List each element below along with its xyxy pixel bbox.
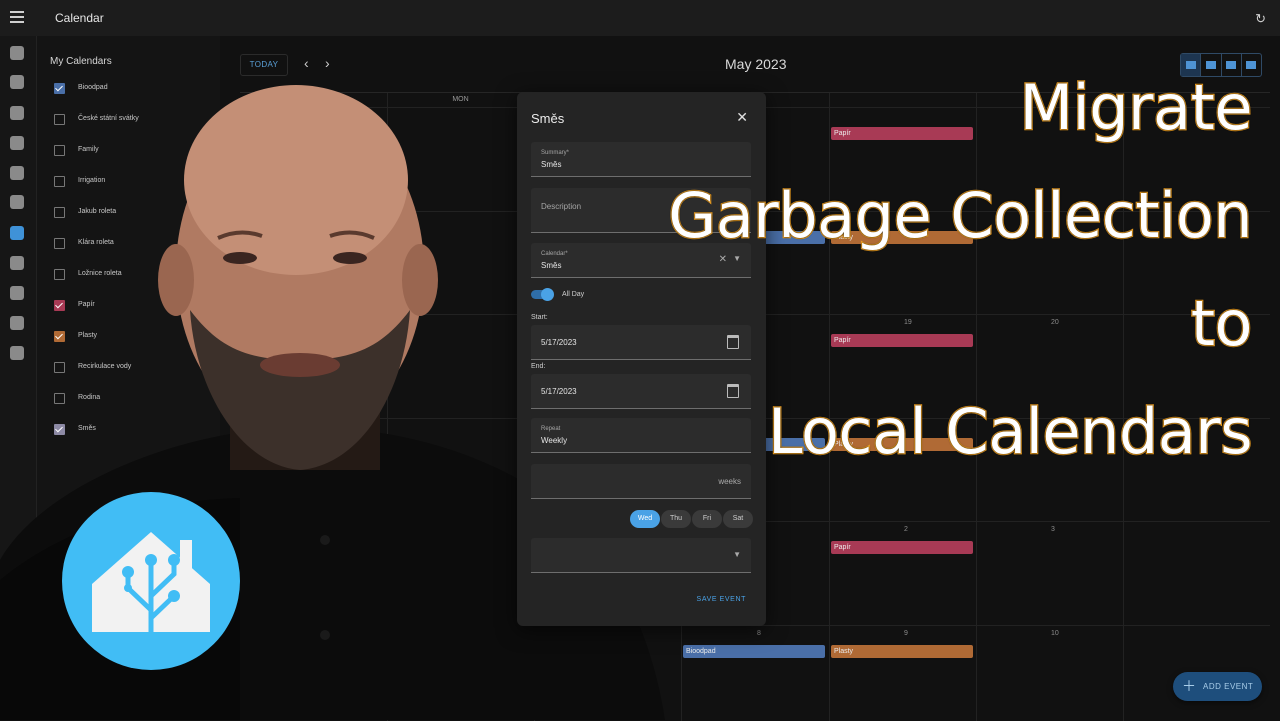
headline-line: Migrate — [1018, 70, 1254, 146]
day-number[interactable]: 2 — [904, 526, 908, 533]
weekday-chip[interactable]: Fri — [692, 510, 722, 528]
refresh-icon[interactable]: ↻ — [1255, 11, 1266, 27]
save-event-button[interactable]: SAVE EVENT — [697, 596, 746, 603]
start-date-value: 5/17/2023 — [541, 338, 577, 347]
weekday-chip[interactable]: Sat — [723, 510, 753, 528]
headline-line: Garbage Collection — [667, 178, 1254, 254]
app-title: Calendar — [55, 11, 104, 25]
calendar-event[interactable]: Bioodpad — [683, 645, 825, 658]
plus-icon: ＋ — [1182, 678, 1196, 694]
start-label: Start: — [531, 314, 548, 321]
add-event-button[interactable]: ＋ ADD EVENT — [1173, 672, 1262, 701]
calendar-value: Směs — [541, 261, 562, 270]
repeat-value: Weekly — [541, 436, 568, 445]
calendar-event[interactable]: Plasty — [831, 645, 973, 658]
summary-label: Summary* — [541, 150, 570, 156]
summary-value: Směs — [541, 160, 562, 169]
add-event-label: ADD EVENT — [1203, 682, 1254, 691]
headline-line: Local Calendars — [767, 394, 1254, 470]
description-label: Description — [541, 202, 582, 211]
repeat-label: Repeat — [541, 426, 561, 432]
chevron-down-icon[interactable]: ▼ — [733, 550, 741, 559]
home-assistant-logo — [62, 492, 240, 670]
calendar-label: Calendar* — [541, 251, 568, 257]
headline-overlay: Migrate Garbage Collection to Local Cale… — [667, 54, 1254, 486]
all-day-label: All Day — [562, 291, 585, 298]
weekday-chip[interactable]: Wed — [630, 510, 660, 528]
day-number[interactable]: 9 — [904, 630, 908, 637]
menu-icon[interactable] — [10, 11, 24, 23]
day-number[interactable]: 3 — [1051, 526, 1055, 533]
calendar-event[interactable]: Papír — [831, 541, 973, 554]
overview-icon[interactable] — [10, 46, 24, 60]
weekday-chip[interactable]: Thu — [661, 510, 691, 528]
headline-line: to — [1190, 286, 1254, 362]
top-app-bar: Calendar ↻ — [0, 0, 1280, 37]
all-day-toggle[interactable] — [531, 288, 554, 301]
day-number[interactable]: 8 — [757, 630, 761, 637]
dialog-title: Směs — [531, 111, 565, 126]
end-date-value: 5/17/2023 — [541, 387, 577, 396]
end-label: End: — [531, 363, 546, 370]
day-number[interactable]: 10 — [1051, 630, 1059, 637]
ends-select[interactable]: ▼ — [531, 538, 751, 573]
